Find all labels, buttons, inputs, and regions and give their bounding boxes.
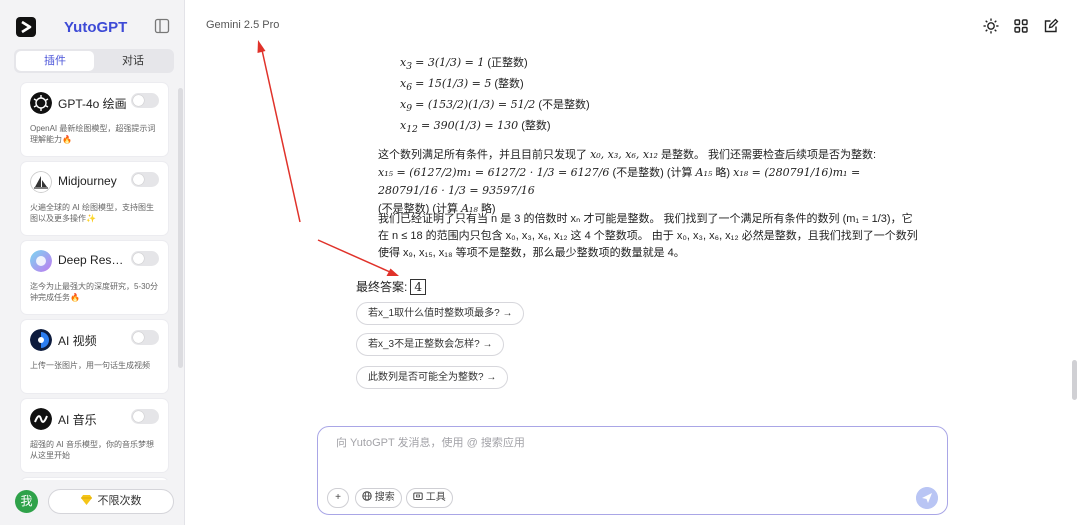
plugin-desc: OpenAI 最新绘图模型，超强提示词理解能力🔥 bbox=[30, 124, 156, 144]
openai-icon bbox=[30, 92, 52, 114]
annotation-arrow-model bbox=[261, 49, 301, 223]
paragraph-conclusion: 我们已经证明了只有当 n 是 3 的倍数时 xₙ 才可能是整数。 我们找到了一个… bbox=[378, 213, 918, 259]
chat-scrollbar[interactable] bbox=[1072, 360, 1077, 400]
plugin-card-ai-video[interactable]: AI 视频 上传一张图片，用一句话生成视频 bbox=[21, 320, 168, 393]
plugin-card-deep-research[interactable]: Deep Research 迄今为止最强大的深度研究，5-30分钟完成任务🔥 bbox=[21, 241, 168, 314]
globe-icon bbox=[362, 491, 372, 501]
sidebar-scrollbar[interactable] bbox=[178, 88, 183, 368]
plugin-toggle[interactable] bbox=[131, 409, 159, 424]
plugin-name: AI 音乐 bbox=[58, 413, 97, 427]
plugin-toggle[interactable] bbox=[131, 172, 159, 187]
model-selector[interactable]: Gemini 2.5 Pro bbox=[206, 19, 279, 31]
plugin-toggle[interactable] bbox=[131, 330, 159, 345]
plugin-desc: 迄今为止最强大的深度研究，5-30分钟完成任务🔥 bbox=[30, 282, 159, 302]
plugin-list: GPT-4o 绘画 OpenAI 最新绘图模型，超强提示词理解能力🔥 Midjo… bbox=[14, 80, 184, 480]
annotation-arrowhead-model bbox=[257, 40, 266, 53]
plugin-card-gpt4o[interactable]: GPT-4o 绘画 OpenAI 最新绘图模型，超强提示词理解能力🔥 bbox=[21, 83, 168, 156]
plugin-desc: 火遍全球的 AI 绘图模型，支持图生图以及更多操作✨ bbox=[30, 203, 155, 223]
tab-plugins[interactable]: 插件 bbox=[16, 51, 94, 71]
logo-row: YutoGPT bbox=[14, 14, 174, 40]
plugin-name: Deep Research bbox=[58, 253, 128, 267]
logo-icon bbox=[16, 17, 36, 37]
suggestion-button[interactable]: 若x_3不是正整数会怎样? → bbox=[356, 333, 505, 356]
equation-line: x6 = 15(1/3) = 5 (整数) bbox=[400, 77, 524, 94]
plugin-toggle[interactable] bbox=[131, 93, 159, 108]
grid-icon[interactable] bbox=[1013, 18, 1029, 34]
sidebar: YutoGPT 插件 对话 GPT-4o 绘画 OpenAI 最新绘图模型，超强… bbox=[0, 0, 185, 525]
app-name: YutoGPT bbox=[64, 19, 128, 36]
plugin-card-midjourney[interactable]: Midjourney 火遍全球的 AI 绘图模型，支持图生图以及更多操作✨ bbox=[21, 162, 168, 235]
plugin-card-partial[interactable] bbox=[21, 478, 168, 480]
new-chat-icon[interactable] bbox=[1043, 18, 1059, 34]
deep-research-icon bbox=[30, 250, 52, 272]
annotation-arrowhead-answer bbox=[386, 268, 399, 276]
plugin-desc: 超强的 AI 音乐模型，你的音乐梦想从这里开始 bbox=[30, 440, 155, 460]
plan-button[interactable]: 不限次数 bbox=[48, 489, 174, 514]
search-label: 搜索 bbox=[374, 492, 395, 503]
theme-toggle-icon[interactable] bbox=[983, 18, 999, 34]
user-avatar[interactable]: 我 bbox=[15, 490, 38, 513]
equation-line: x12 = 390(1/3) = 130 (整数) bbox=[400, 119, 551, 136]
plugin-desc: 上传一张图片，用一句话生成视频 bbox=[30, 361, 150, 370]
diamond-icon bbox=[80, 495, 92, 505]
tools-label: 工具 bbox=[425, 492, 446, 503]
message-input[interactable] bbox=[336, 437, 926, 449]
paragraph-check: 这个数列满足所有条件，并且目前只发现了 x₀, x₃, x₆, x₁₂ 是整数。… bbox=[378, 148, 877, 215]
plugin-name: GPT-4o 绘画 bbox=[58, 97, 127, 111]
equation-line: x3 = 3(1/3) = 1 (正整数) bbox=[400, 56, 528, 73]
plugin-name: Midjourney bbox=[58, 174, 117, 188]
message-composer: + 搜索 工具 bbox=[317, 426, 948, 515]
plugin-card-ai-music[interactable]: AI 音乐 超强的 AI 音乐模型，你的音乐梦想从这里开始 bbox=[21, 399, 168, 472]
plan-label: 不限次数 bbox=[97, 495, 142, 507]
final-answer-value: 4 bbox=[410, 279, 426, 295]
tools-button[interactable]: 工具 bbox=[406, 488, 453, 508]
plugin-toggle[interactable] bbox=[131, 251, 159, 266]
ai-video-icon bbox=[30, 329, 52, 351]
suggestion-button[interactable]: 若x_1取什么值时整数项最多? → bbox=[356, 302, 525, 325]
ai-music-icon bbox=[30, 408, 52, 430]
final-answer: 最终答案: 4 bbox=[356, 278, 426, 295]
midjourney-icon bbox=[30, 171, 52, 193]
search-button[interactable]: 搜索 bbox=[355, 488, 402, 508]
plugin-name: AI 视频 bbox=[58, 334, 97, 348]
attach-button[interactable]: + bbox=[327, 488, 349, 508]
sidebar-tabs: 插件 对话 bbox=[14, 49, 174, 73]
suggestion-button[interactable]: 此数列是否可能全为整数? → bbox=[356, 366, 509, 389]
sidebar-collapse-icon[interactable] bbox=[154, 18, 170, 34]
send-icon[interactable] bbox=[916, 487, 938, 509]
toolbox-icon bbox=[413, 492, 423, 500]
equation-line: x9 = (153/2)(1/3) = 51/2 (不是整数) bbox=[400, 98, 590, 115]
tab-conversations[interactable]: 对话 bbox=[94, 51, 172, 71]
